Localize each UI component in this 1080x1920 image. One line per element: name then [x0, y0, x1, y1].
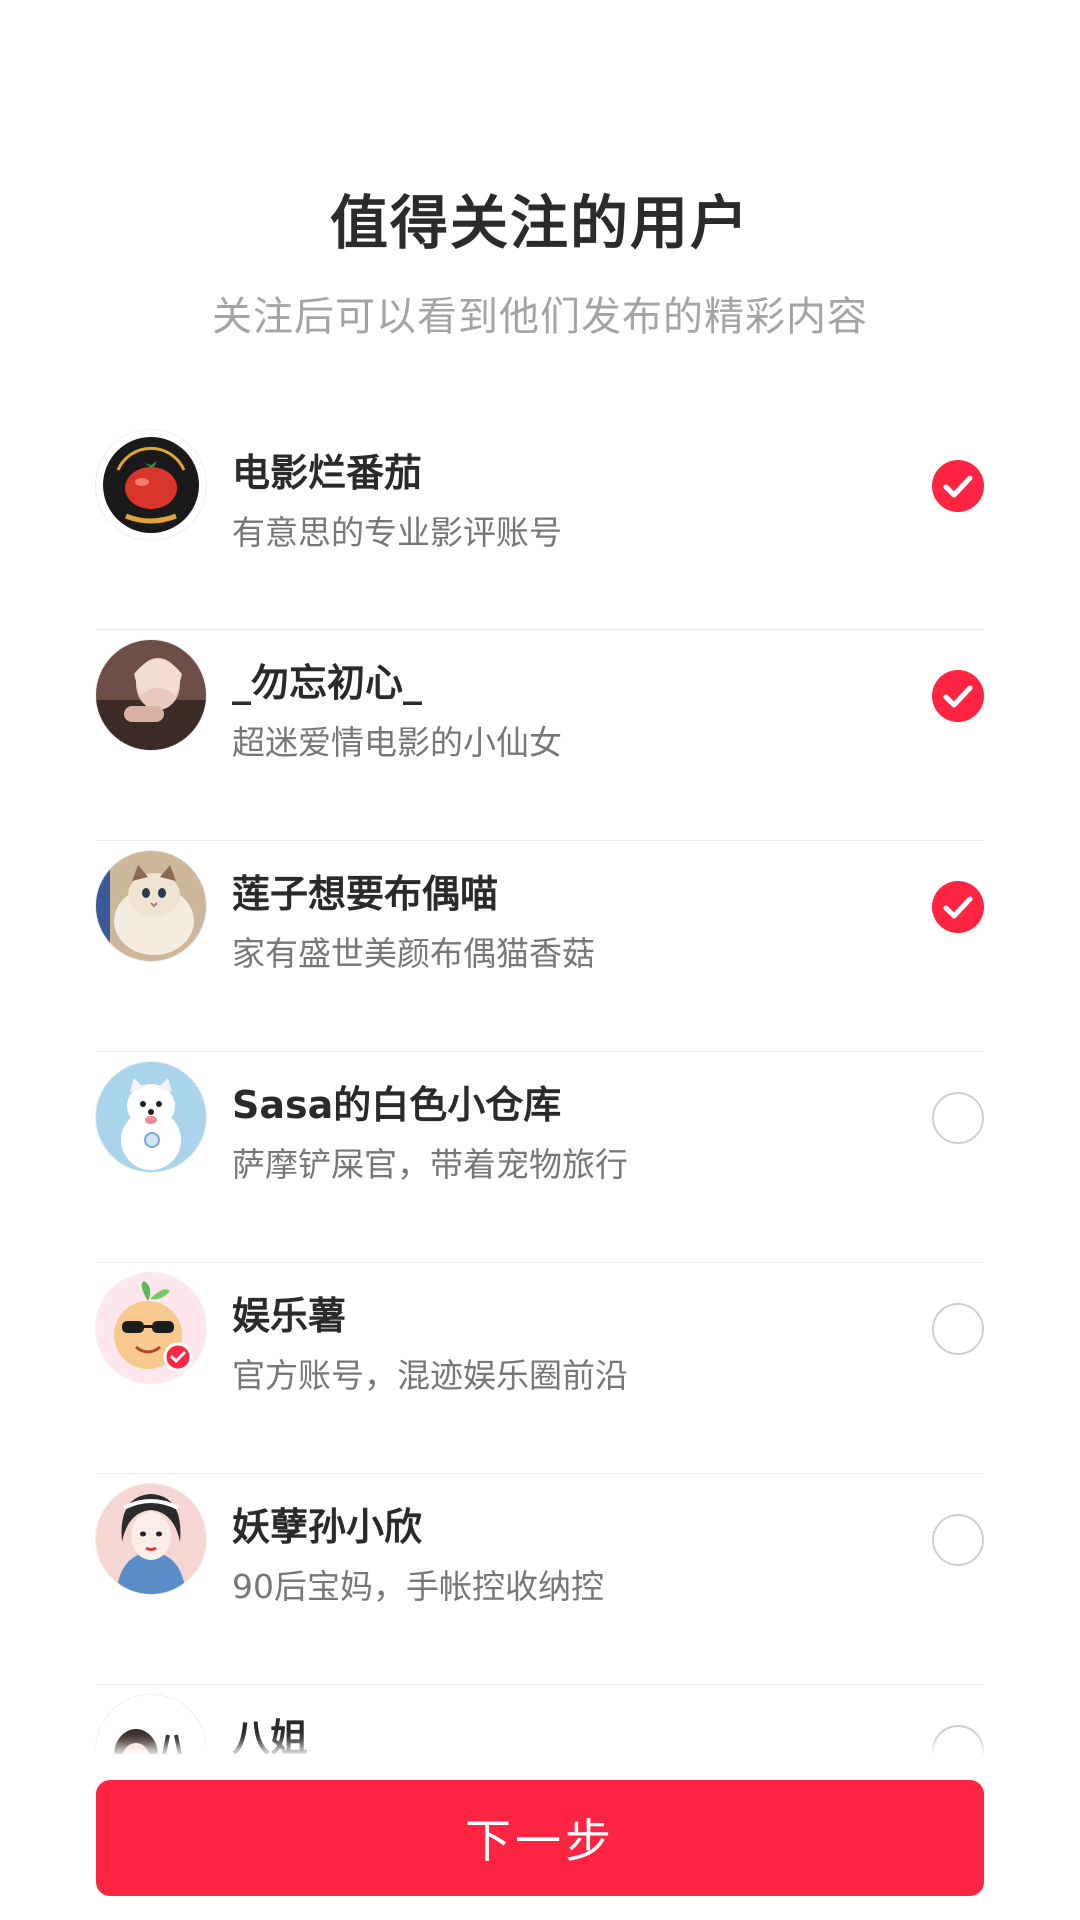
user-name: 电影烂番茄: [232, 451, 423, 495]
next-step-button[interactable]: 下一步: [96, 1780, 984, 1896]
selected-check-icon[interactable]: [932, 670, 984, 722]
user-description: 官方账号，混迹娱乐圈前沿: [232, 1356, 628, 1395]
unselected-circle-icon[interactable]: [932, 1514, 984, 1566]
avatar[interactable]: [96, 430, 206, 540]
avatar[interactable]: [96, 1273, 206, 1383]
user-row[interactable]: 电影烂番茄 有意思的专业影评账号: [96, 420, 984, 630]
bottom-action-bar: 下一步: [0, 1754, 1080, 1920]
girl-photo-icon: [96, 640, 206, 750]
girl-illustration-icon: [96, 1484, 206, 1594]
ragdoll-cat-photo-icon: [96, 851, 206, 961]
recommended-users-list: 电影烂番茄 有意思的专业影评账号 _勿忘初心_ 超迷爱情电影的小仙女 莲子想要布…: [96, 420, 984, 1896]
selected-check-icon[interactable]: [932, 881, 984, 933]
user-row[interactable]: Sasa的白色小仓库 萨摩铲屎官，带着宠物旅行: [96, 1052, 984, 1263]
samoyed-dog-photo-icon: [96, 1062, 206, 1172]
user-row[interactable]: 妖孽孙小欣 90后宝妈，手帐控收纳控: [96, 1474, 984, 1685]
user-row[interactable]: _勿忘初心_ 超迷爱情电影的小仙女: [96, 630, 984, 841]
unselected-circle-icon[interactable]: [932, 1303, 984, 1355]
user-name: 莲子想要布偶喵: [232, 872, 499, 916]
page-subtitle: 关注后可以看到他们发布的精彩内容: [212, 294, 868, 340]
user-description: 家有盛世美颜布偶猫香菇: [232, 934, 595, 973]
user-row[interactable]: 娱乐薯 官方账号，混迹娱乐圈前沿: [96, 1263, 984, 1474]
rotten-tomatoes-logo-icon: [96, 430, 206, 540]
avatar[interactable]: [96, 1484, 206, 1594]
user-name: Sasa的白色小仓库: [232, 1083, 562, 1127]
user-name: _勿忘初心_: [232, 661, 423, 705]
user-name: 妖孽孙小欣: [232, 1505, 423, 1549]
potato-mascot-verified-icon: [96, 1273, 206, 1383]
user-description: 萨摩铲屎官，带着宠物旅行: [232, 1145, 628, 1184]
avatar[interactable]: [96, 851, 206, 961]
user-row[interactable]: 莲子想要布偶喵 家有盛世美颜布偶猫香菇: [96, 841, 984, 1052]
unselected-circle-icon[interactable]: [932, 1092, 984, 1144]
user-description: 超迷爱情电影的小仙女: [232, 723, 562, 762]
user-description: 有意思的专业影评账号: [232, 513, 562, 552]
user-description: 90后宝妈，手帐控收纳控: [232, 1567, 604, 1606]
avatar[interactable]: [96, 1062, 206, 1172]
avatar[interactable]: [96, 640, 206, 750]
user-name: 娱乐薯: [232, 1294, 347, 1338]
selected-check-icon[interactable]: [932, 460, 984, 512]
page-title: 值得关注的用户: [329, 189, 750, 257]
